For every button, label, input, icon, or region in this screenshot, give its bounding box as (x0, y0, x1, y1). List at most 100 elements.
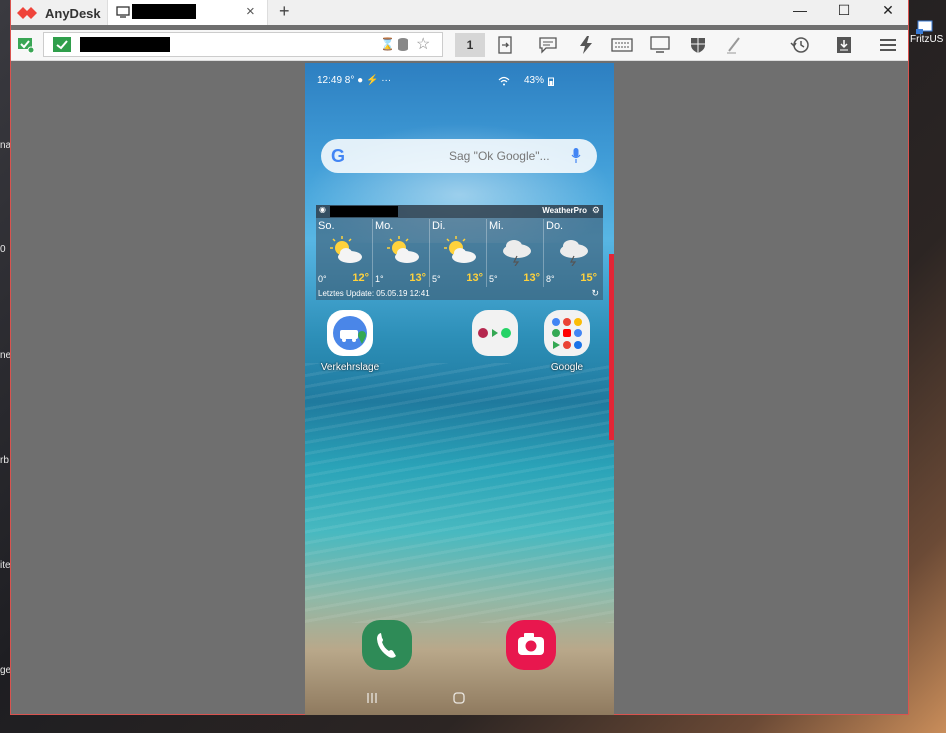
app-google-folder[interactable]: Google (537, 310, 597, 373)
location-icon: ◉ (319, 205, 326, 214)
display-icon (650, 36, 670, 53)
weather-high: 15° (580, 272, 597, 284)
favorite-star-icon[interactable]: ☆ (416, 34, 430, 54)
desktop-label: rb (0, 455, 9, 466)
sun-cloud-icon (387, 236, 419, 263)
weather-low: 8° (546, 274, 555, 284)
weather-low: 1° (375, 274, 384, 284)
toolbar: ⌛ ☆ 1 (11, 30, 908, 61)
chat-icon (539, 37, 557, 54)
weather-day: Di. 5° 13° (430, 219, 487, 287)
desktop-label: 0 (0, 244, 6, 255)
whiteboard-button[interactable] (723, 35, 745, 55)
minimize-button[interactable]: — (785, 2, 815, 22)
refresh-icon[interactable]: ↻ (591, 288, 599, 299)
remote-phone-screen[interactable]: 12:49 8° ● ⚡ ··· 43% G Sag "Ok Google"..… (305, 63, 614, 715)
cloud-storm-icon (503, 240, 531, 266)
cloud-storm-icon (560, 240, 588, 266)
microphone-icon[interactable] (571, 148, 581, 164)
close-button[interactable]: ✕ (873, 2, 903, 22)
battery-level: 43% (523, 75, 544, 86)
history-button[interactable] (789, 35, 811, 55)
weather-high: 13° (409, 272, 426, 284)
weather-high: 12° (352, 272, 369, 284)
app-folder[interactable] (465, 310, 525, 362)
app-verkehrslage[interactable]: Verkehrslage (320, 310, 380, 373)
folder-icon (472, 310, 518, 356)
menu-button[interactable] (877, 35, 899, 55)
display-button[interactable] (649, 35, 671, 55)
shield-icon (691, 38, 705, 53)
hamburger-menu-icon (880, 39, 896, 51)
keyboard-button[interactable] (611, 35, 633, 55)
phone-status-bar: 12:49 8° ● ⚡ ··· 43% (317, 75, 602, 89)
weather-brand: WeatherPro (542, 206, 587, 215)
fritz-shortcut-label[interactable]: FritzUS (910, 34, 943, 45)
redacted-location (330, 206, 398, 217)
fritz-shortcut-icon[interactable] (916, 20, 936, 34)
recording-button[interactable] (833, 35, 855, 55)
phone-nav-bar (305, 683, 614, 715)
sun-cloud-icon (444, 236, 476, 263)
verified-check-icon (53, 37, 71, 52)
phone-handset-icon (377, 633, 396, 658)
weather-header: ◉ WeatherPro ⚙ (316, 205, 603, 218)
lightning-icon (580, 36, 592, 54)
google-search-placeholder: Sag "Ok Google"... (449, 149, 550, 163)
history-icon (790, 37, 809, 53)
google-search-bar[interactable]: G Sag "Ok Google"... (321, 139, 597, 173)
verkehrslage-icon (327, 310, 373, 356)
weather-day-name: Di. (432, 220, 446, 232)
google-folder-icon (544, 310, 590, 356)
google-g-icon: G (331, 146, 346, 166)
weather-widget[interactable]: ◉ WeatherPro ⚙ So. 0° 12° Mo. 1° 13° Di.… (316, 205, 603, 300)
weather-low: 5° (432, 274, 441, 284)
weather-day: Do. 8° 15° (544, 219, 600, 287)
status-left: 12:49 8° ● ⚡ ··· (317, 75, 392, 86)
title-bar: AnyDesk × + — ☐ ✕ (11, 0, 908, 25)
weather-day: So. 0° 12° (316, 219, 373, 287)
monitor-select-button[interactable]: 1 (455, 33, 485, 57)
weather-low: 5° (489, 274, 498, 284)
wallpaper-waves (305, 363, 614, 623)
connection-status-icon (18, 38, 35, 54)
database-icon[interactable] (397, 37, 409, 52)
weather-day-name: So. (318, 220, 335, 232)
app-name: AnyDesk (45, 5, 101, 21)
camera-app-icon[interactable] (506, 620, 556, 670)
weather-day: Mi. 5° 13° (487, 219, 544, 287)
hourglass-icon: ⌛ (380, 37, 395, 51)
address-field[interactable]: ⌛ ☆ (43, 32, 443, 57)
edge-panel-handle[interactable] (609, 254, 614, 440)
anydesk-logo-icon (17, 7, 37, 19)
weather-day-name: Do. (546, 220, 564, 232)
redacted-address (80, 37, 170, 52)
permissions-button[interactable] (687, 35, 709, 55)
monitor-icon (116, 6, 130, 18)
new-tab-button[interactable]: + (279, 1, 290, 22)
app-label: Google (550, 362, 584, 373)
phone-app-icon[interactable] (362, 620, 412, 670)
desktop-label: ite (0, 560, 11, 571)
actions-button[interactable] (575, 35, 597, 55)
keyboard-icon (611, 38, 633, 52)
weather-low: 0° (318, 274, 327, 284)
close-tab-icon[interactable]: × (246, 3, 255, 20)
maximize-button[interactable]: ☐ (829, 2, 859, 22)
recent-apps-icon[interactable] (365, 691, 379, 705)
file-transfer-icon (498, 36, 512, 54)
anydesk-logo: AnyDesk (15, 3, 101, 23)
session-tab[interactable]: × (107, 0, 268, 25)
weather-high: 13° (466, 272, 483, 284)
pen-icon (727, 37, 740, 54)
app-label: Verkehrslage (320, 362, 380, 373)
battery-icon (548, 77, 554, 86)
chat-button[interactable] (537, 35, 559, 55)
settings-gear-icon[interactable]: ⚙ (592, 205, 600, 216)
weather-day-name: Mi. (489, 220, 504, 232)
camera-icon (518, 633, 544, 655)
home-icon[interactable] (452, 691, 466, 705)
wifi-icon (498, 76, 510, 86)
weather-day: Mo. 1° 13° (373, 219, 430, 287)
file-transfer-button[interactable] (495, 35, 517, 55)
